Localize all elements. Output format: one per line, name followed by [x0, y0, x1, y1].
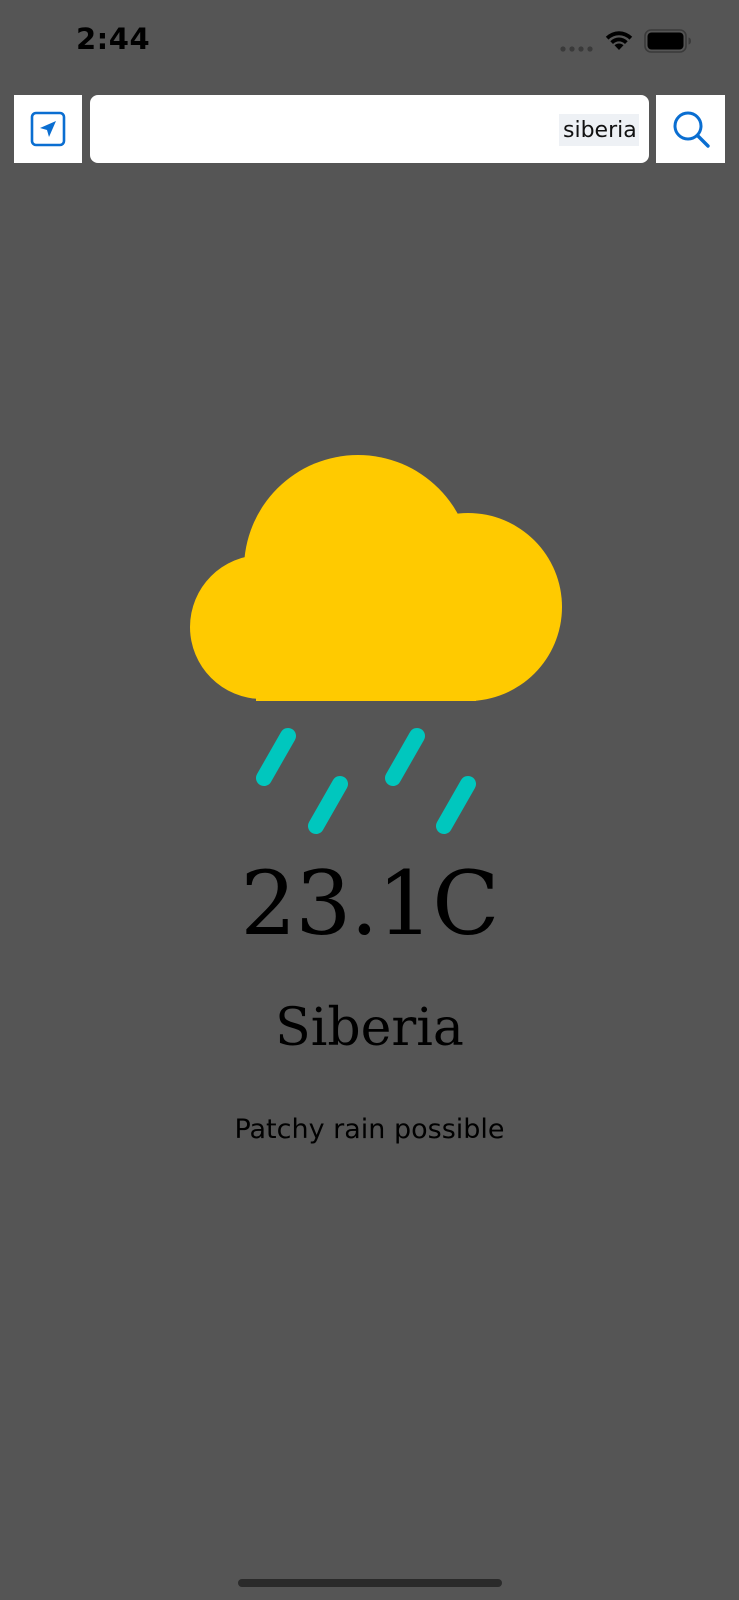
home-indicator[interactable] [238, 1579, 502, 1587]
cloud-rain-icon [190, 455, 562, 834]
search-input[interactable] [559, 114, 639, 146]
condition-label: Patchy rain possible [234, 1114, 505, 1145]
status-time: 2:44 [76, 22, 151, 56]
city-name-label: Siberia [275, 998, 464, 1058]
temperature-label: 23.1C [240, 852, 499, 955]
current-location-button[interactable] [14, 95, 82, 163]
search-button[interactable] [656, 95, 725, 163]
status-bar: 2:44 [0, 0, 739, 86]
location-arrow-icon [30, 111, 66, 147]
search-field[interactable] [90, 95, 649, 163]
search-bar [0, 95, 739, 164]
cloud-shape [190, 455, 562, 701]
rain-drops [256, 728, 476, 834]
battery-icon [644, 29, 691, 53]
wifi-icon [605, 31, 633, 50]
signal-dots-icon [560, 46, 593, 52]
magnifier-icon [673, 111, 710, 148]
